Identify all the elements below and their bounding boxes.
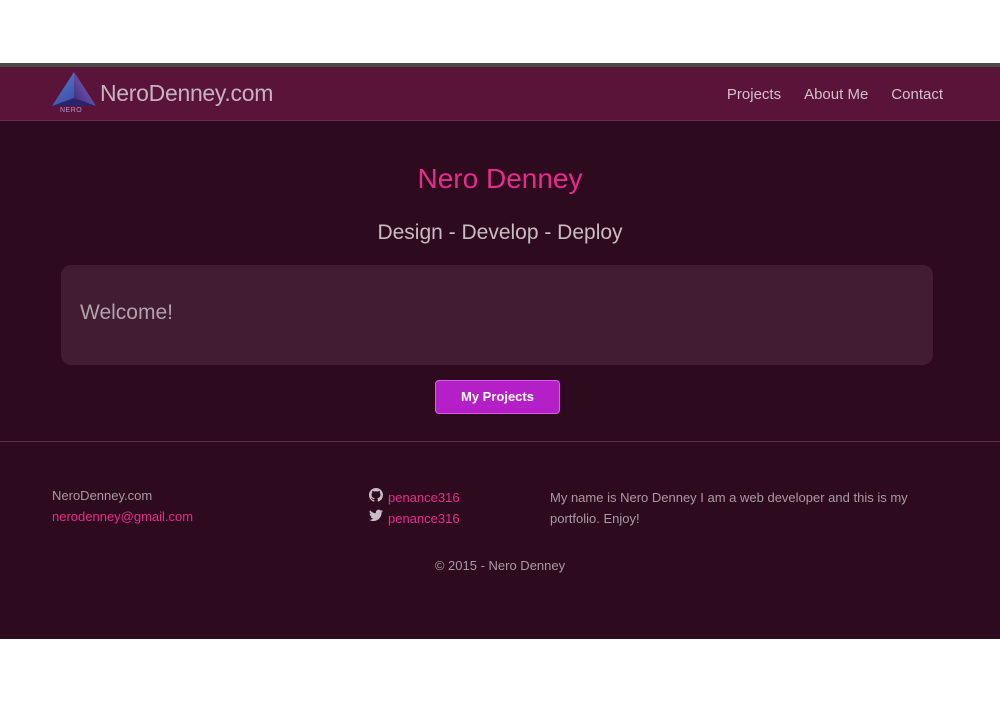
brand[interactable]: NERO NeroDenney.com [50, 70, 273, 116]
github-link[interactable]: penance316 [369, 488, 460, 507]
brand-name[interactable]: NeroDenney.com [100, 80, 273, 107]
hero-subtitle: Design - Develop - Deploy [377, 221, 623, 244]
copyright: © 2015 - Nero Denney [434, 558, 566, 573]
github-icon [369, 488, 383, 507]
nav-contact[interactable]: Contact [891, 86, 943, 103]
main-nav: Projects About Me Contact [727, 67, 943, 121]
site-page: NERO NeroDenney.com Projects About Me Co… [0, 63, 1000, 639]
hero-title: Nero Denney [417, 163, 583, 194]
twitter-handle[interactable]: penance316 [388, 511, 460, 526]
footer-divider [0, 441, 1000, 442]
footer-bio: My name is Nero Denney I am a web develo… [550, 490, 908, 526]
nav-about-me[interactable]: About Me [804, 86, 868, 103]
footer-site-name: NeroDenney.com [52, 488, 153, 503]
navbar: NERO NeroDenney.com Projects About Me Co… [0, 67, 1000, 121]
logo-text: NERO [60, 107, 83, 114]
footer-email-link[interactable]: nerodenney@gmail.com [52, 509, 193, 524]
twitter-link[interactable]: penance316 [369, 509, 460, 527]
welcome-text: Welcome! [80, 301, 173, 324]
triangle-logo-icon[interactable]: NERO [50, 70, 98, 116]
github-handle[interactable]: penance316 [388, 490, 460, 505]
nav-projects[interactable]: Projects [727, 86, 781, 103]
twitter-icon [369, 509, 383, 527]
my-projects-button[interactable]: My Projects [435, 380, 560, 414]
welcome-panel: Welcome! [61, 265, 933, 365]
